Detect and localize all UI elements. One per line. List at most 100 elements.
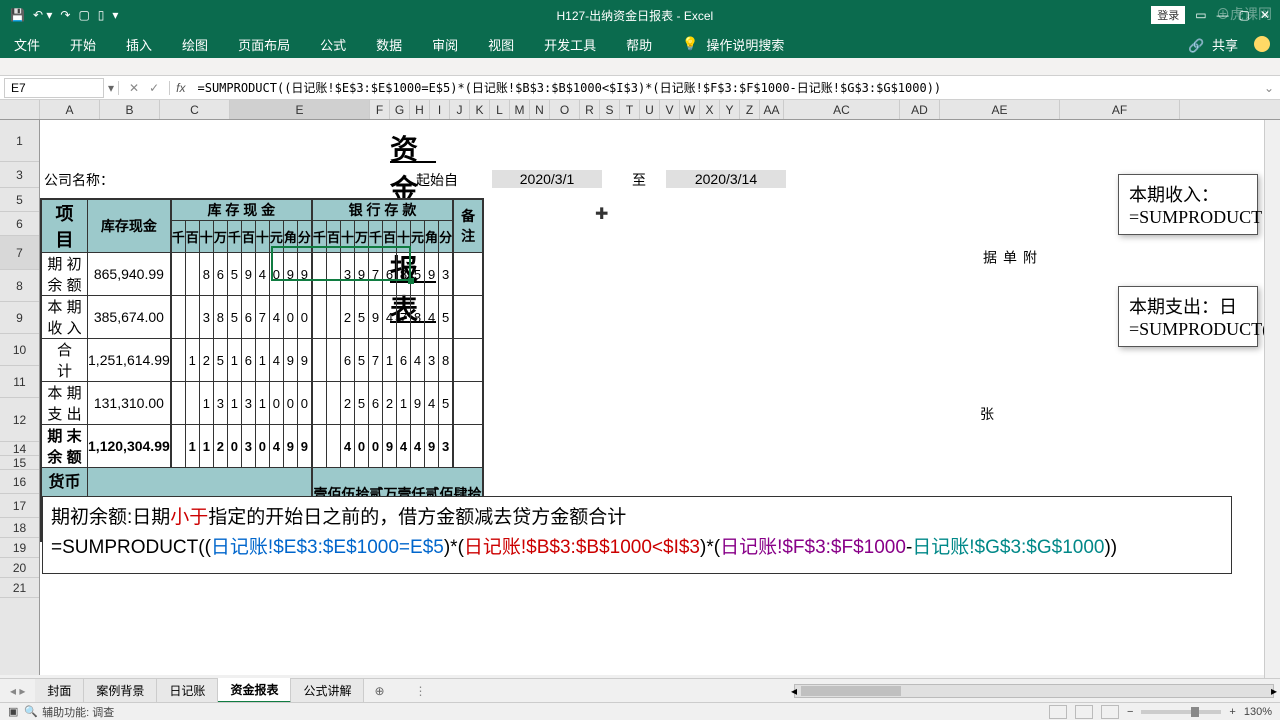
save-icon[interactable]: 💾 [10,8,25,22]
col-X[interactable]: X [700,100,720,119]
formula-expand-icon[interactable]: ⌄ [1258,81,1280,95]
col-F[interactable]: F [370,100,390,119]
worksheet-cells[interactable]: 资金日报表 公司名称： 起始自 2020/3/1 至 2020/3/14 项 目… [40,120,1280,675]
tab-dev[interactable]: 开发工具 [540,31,600,58]
redo-icon[interactable]: ↷ [60,8,70,22]
col-J[interactable]: J [450,100,470,119]
col-S[interactable]: S [600,100,620,119]
qat-icon[interactable]: ▢ [78,8,89,22]
row-3[interactable]: 3 [0,162,39,188]
tab-layout[interactable]: 页面布局 [234,31,294,58]
name-box-dropdown-icon[interactable]: ▾ [108,81,118,95]
row-11[interactable]: 11 [0,366,39,398]
share-button[interactable]: 🔗 共享 [1184,31,1246,58]
col-H[interactable]: H [410,100,430,119]
row-17[interactable]: 17 [0,494,39,518]
col-R[interactable]: R [580,100,600,119]
login-button[interactable]: 登录 [1151,6,1185,24]
add-sheet-icon[interactable]: ⊕ [364,684,394,698]
minimize-icon[interactable]: — [1217,8,1229,22]
zoom-in-icon[interactable]: + [1229,706,1235,718]
cancel-icon[interactable]: ✕ [129,81,139,95]
sheet-tab-1[interactable]: 封面 [35,679,84,702]
qat-more-icon[interactable]: ▾ [112,8,118,22]
col-G[interactable]: G [390,100,410,119]
page-layout-view-icon[interactable] [1075,705,1093,719]
row-16[interactable]: 16 [0,470,39,494]
row-20[interactable]: 20 [0,558,39,578]
normal-view-icon[interactable] [1049,705,1067,719]
col-U[interactable]: U [640,100,660,119]
col-O[interactable]: O [550,100,580,119]
tab-file[interactable]: 文件 [10,31,44,58]
tab-help[interactable]: 帮助 [622,31,656,58]
sheet-tab-5[interactable]: 公式讲解 [291,679,364,702]
row-10[interactable]: 10 [0,334,39,366]
tab-home[interactable]: 开始 [66,31,100,58]
col-L[interactable]: L [490,100,510,119]
row-19[interactable]: 19 [0,538,39,558]
feedback-icon[interactable] [1254,36,1270,52]
col-Y[interactable]: Y [720,100,740,119]
horizontal-scrollbar[interactable]: ◂ ▸ [794,684,1274,698]
vertical-scrollbar[interactable] [1264,120,1280,678]
tab-draw[interactable]: 绘图 [178,31,212,58]
ribbon-display-icon[interactable]: ▭ [1195,8,1206,22]
col-N[interactable]: N [530,100,550,119]
row-7[interactable]: 7 [0,236,39,270]
col-K[interactable]: K [470,100,490,119]
col-V[interactable]: V [660,100,680,119]
tab-review[interactable]: 审阅 [428,31,462,58]
page-break-view-icon[interactable] [1101,705,1119,719]
fx-icon[interactable]: fx [170,81,191,95]
fill-handle[interactable] [408,278,414,284]
row-5[interactable]: 5 [0,188,39,212]
record-macro-icon[interactable]: ▣ [8,705,18,718]
status-bar: ▣ 🔍 辅助功能: 调查 − + 130% [0,702,1280,720]
row-12[interactable]: 12 [0,398,39,442]
col-W[interactable]: W [680,100,700,119]
tab-formulas[interactable]: 公式 [316,31,350,58]
zoom-out-icon[interactable]: − [1127,706,1133,718]
zoom-level[interactable]: 130% [1244,706,1272,718]
formula-input[interactable]: =SUMPRODUCT((日记账!$E$3:$E$1000=E$5)*(日记账!… [192,77,1258,98]
col-E[interactable]: E [230,100,370,119]
name-box[interactable]: E7 [4,78,104,98]
col-I[interactable]: I [430,100,450,119]
col-T[interactable]: T [620,100,640,119]
col-A[interactable]: A [40,100,100,119]
close-icon[interactable]: ✕ [1260,8,1270,22]
select-all-button[interactable] [0,100,40,119]
tab-data[interactable]: 数据 [372,31,406,58]
sheet-tab-3[interactable]: 日记账 [157,679,218,702]
row-8[interactable]: 8 [0,270,39,302]
row-1[interactable]: 1 [0,120,39,162]
sheet-tab-2[interactable]: 案例背景 [84,679,157,702]
sheet-tab-4[interactable]: 资金报表 [218,678,291,703]
col-AF[interactable]: AF [1060,100,1180,119]
tab-nav[interactable]: ◂ ▸ [0,684,35,698]
tab-insert[interactable]: 插入 [122,31,156,58]
row-9[interactable]: 9 [0,302,39,334]
row-14[interactable]: 14 [0,442,39,456]
callout-expense: 本期支出：日 =SUMPRODUCT( [1118,286,1258,347]
enter-icon[interactable]: ✓ [149,81,159,95]
row-6[interactable]: 6 [0,212,39,236]
qat-icon-2[interactable]: ▯ [98,8,105,22]
col-Z[interactable]: Z [740,100,760,119]
undo-icon[interactable]: ↶ ▾ [33,8,52,22]
col-AC[interactable]: AC [784,100,900,119]
zoom-slider[interactable] [1141,710,1221,714]
row-15[interactable]: 15 [0,456,39,470]
tab-view[interactable]: 视图 [484,31,518,58]
col-AA[interactable]: AA [760,100,784,119]
col-M[interactable]: M [510,100,530,119]
col-B[interactable]: B [100,100,160,119]
maximize-icon[interactable]: ▢ [1239,8,1250,22]
row-21[interactable]: 21 [0,578,39,598]
col-AD[interactable]: AD [900,100,940,119]
row-18[interactable]: 18 [0,518,39,538]
col-AE[interactable]: AE [940,100,1060,119]
col-C[interactable]: C [160,100,230,119]
tell-me[interactable]: 💡 操作说明搜索 [678,27,792,62]
